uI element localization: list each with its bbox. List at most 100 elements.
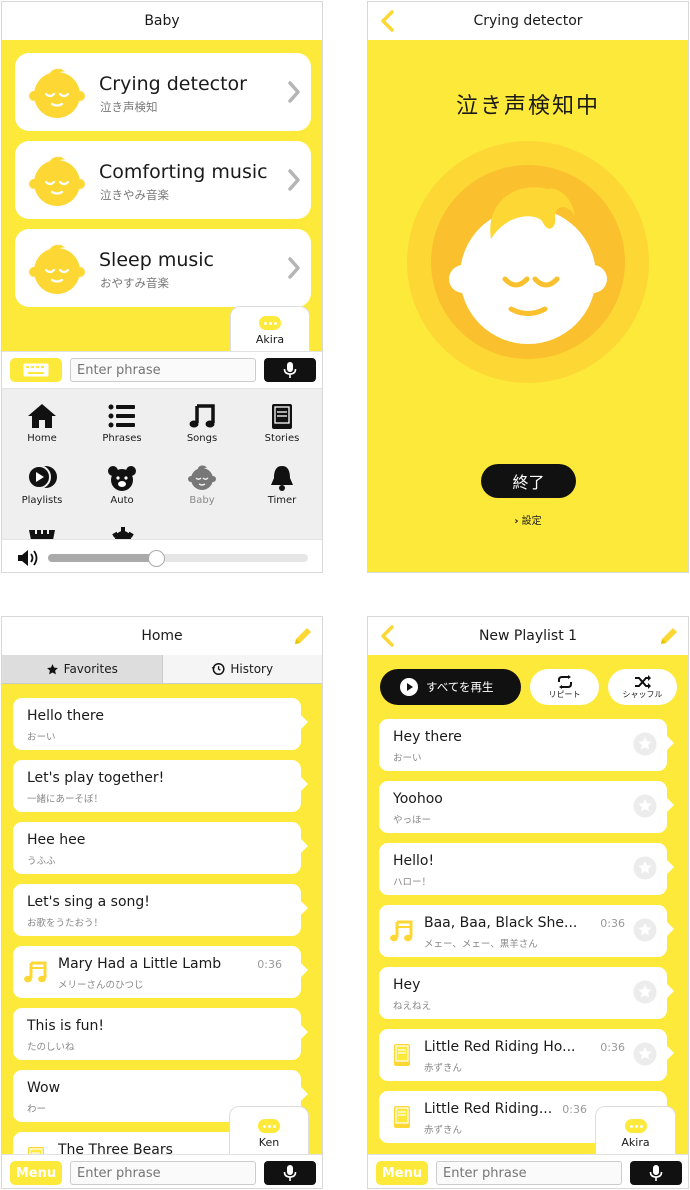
menu-item-playlists[interactable]: Playlists xyxy=(2,465,82,506)
title-bar: Home xyxy=(2,617,322,656)
playlist-item[interactable]: Yoohoo やっほー xyxy=(379,781,674,833)
history-icon xyxy=(211,663,225,675)
user-tab[interactable]: Akira xyxy=(595,1106,676,1154)
baby-content: Crying detector 泣き声検知 Comforting music 泣… xyxy=(2,40,322,351)
favorite-star-icon[interactable] xyxy=(633,856,657,880)
card-subtitle: 泣きやみ音楽 xyxy=(100,188,169,202)
card-title: Sleep music xyxy=(99,249,214,271)
book-icon xyxy=(389,1104,415,1130)
chevron-right-icon xyxy=(287,256,301,280)
list-item[interactable]: Mary Had a Little Lamb 0:36 メリーさんのひつじ xyxy=(13,946,308,998)
playlist-item[interactable]: Hello! ハロー！ xyxy=(379,843,674,895)
mic-button[interactable] xyxy=(264,1161,316,1185)
music-note-icon xyxy=(389,918,415,944)
pencil-icon[interactable] xyxy=(292,625,314,647)
favorite-star-icon[interactable] xyxy=(633,1042,657,1066)
favorite-star-icon[interactable] xyxy=(633,794,657,818)
favorites-list: Hello there おーい Let's play together! 一緒にあー… xyxy=(2,684,322,1154)
music-note-icon xyxy=(189,404,215,428)
baby-screen: Baby Crying detector 泣き声検知 Comforting mu… xyxy=(1,1,323,573)
mic-button[interactable] xyxy=(630,1161,682,1185)
menu-item-songs[interactable]: Songs xyxy=(162,403,242,444)
menu-item-phrases[interactable]: Phrases xyxy=(82,403,162,444)
shuffle-button[interactable]: シャッフル xyxy=(608,669,677,705)
input-bar: Menu xyxy=(2,1154,322,1188)
microphone-icon xyxy=(283,361,297,379)
favorite-star-icon[interactable] xyxy=(633,918,657,942)
baby-face-icon xyxy=(27,66,87,120)
playlist-item[interactable]: Baa, Baa, Black She... 0:36 メェー、メェー、黒羊さん xyxy=(379,905,674,957)
shuffle-icon xyxy=(634,674,651,689)
tab-favorites[interactable]: Favorites xyxy=(2,655,162,683)
play-all-button[interactable]: すべてを再生 xyxy=(380,669,521,705)
menu-button[interactable]: Menu xyxy=(10,1161,62,1185)
playlist-item[interactable]: Hey there おーい xyxy=(379,719,674,771)
pencil-icon[interactable] xyxy=(658,625,680,647)
tab-bar: Favorites History xyxy=(2,655,322,684)
playlist-item[interactable]: Little Red Riding Ho... 0:36 赤ずきん xyxy=(379,1029,674,1081)
phrase-input[interactable] xyxy=(70,358,256,382)
page-title: Baby xyxy=(144,13,180,29)
user-name: Akira xyxy=(621,1136,650,1149)
title-bar: Baby xyxy=(2,2,322,41)
chevron-right-icon xyxy=(287,168,301,192)
detecting-status: 泣き声検知中 xyxy=(455,94,600,119)
keyboard-button[interactable] xyxy=(10,358,62,382)
list-item[interactable]: Hee hee うふふ xyxy=(13,822,308,874)
phrase-input[interactable] xyxy=(436,1161,622,1185)
favorite-star-icon[interactable] xyxy=(633,732,657,756)
home-screen: Home Favorites History Hello there おーい Le… xyxy=(1,616,323,1189)
page-title: Crying detector xyxy=(473,13,583,29)
menu-item-auto[interactable]: Auto xyxy=(82,465,162,506)
partial-menu-icon xyxy=(27,525,57,539)
list-item[interactable]: Let's play together! 一緒にあーそぼ！ xyxy=(13,760,308,812)
menu-item-baby[interactable]: Baby xyxy=(162,465,242,506)
back-arrow-icon[interactable] xyxy=(378,9,398,33)
list-item[interactable]: Hello there おーい xyxy=(13,698,308,750)
user-name: Akira xyxy=(255,333,285,346)
volume-bar xyxy=(2,539,322,572)
playlist-icon xyxy=(27,465,57,489)
keyboard-icon xyxy=(23,363,49,377)
playlist-item[interactable]: Hey ねえねえ xyxy=(379,967,674,1019)
card-subtitle: おやすみ音楽 xyxy=(100,276,169,290)
favorite-star-icon[interactable] xyxy=(633,980,657,1004)
tab-history[interactable]: History xyxy=(161,655,322,683)
microphone-icon xyxy=(283,1164,297,1182)
card-subtitle: 泣き声検知 xyxy=(100,100,158,114)
phrase-input[interactable] xyxy=(70,1161,256,1185)
bear-icon xyxy=(108,466,136,491)
settings-link[interactable]: › 設定 xyxy=(368,512,688,527)
volume-knob[interactable] xyxy=(147,550,165,567)
menu-item-home[interactable]: Home xyxy=(2,403,82,444)
menu-item-timer[interactable]: Timer xyxy=(242,465,322,506)
title-bar: New Playlist 1 xyxy=(368,617,688,656)
sleep-music-card[interactable]: Sleep music おやすみ音楽 xyxy=(15,229,311,307)
baby-face-large-icon xyxy=(407,141,649,383)
playlist-screen: New Playlist 1 すべてを再生 リピート シャッフル Hey the… xyxy=(367,616,689,1189)
user-tab[interactable]: Akira xyxy=(230,306,310,351)
chat-bubble-icon xyxy=(259,316,281,330)
volume-fill xyxy=(48,554,155,562)
repeat-button[interactable]: リピート xyxy=(530,669,599,705)
card-title: Comforting music xyxy=(99,161,268,183)
menu-item-stories[interactable]: Stories xyxy=(242,403,322,444)
list-item[interactable]: This is fun! たのしいね xyxy=(13,1008,308,1060)
bell-icon xyxy=(271,466,293,491)
playlist-content: すべてを再生 リピート シャッフル Hey there おーい Yoohoo やっほ… xyxy=(368,655,688,1154)
chat-bubble-icon xyxy=(258,1119,280,1133)
list-item[interactable]: Let's sing a song! お歌をうたおう！ xyxy=(13,884,308,936)
end-button[interactable]: 終了 xyxy=(481,464,576,498)
comforting-music-card[interactable]: Comforting music 泣きやみ音楽 xyxy=(15,141,311,219)
music-note-icon xyxy=(23,959,49,985)
crying-detector-card[interactable]: Crying detector 泣き声検知 xyxy=(15,53,311,131)
play-icon xyxy=(400,678,418,696)
title-bar: Crying detector xyxy=(368,2,688,41)
menu-button[interactable]: Menu xyxy=(376,1161,428,1185)
mic-button[interactable] xyxy=(264,358,316,382)
chevron-right-icon xyxy=(287,80,301,104)
back-arrow-icon[interactable] xyxy=(378,624,398,648)
volume-slider[interactable] xyxy=(48,550,308,567)
card-title: Crying detector xyxy=(99,73,247,95)
user-tab[interactable]: Ken xyxy=(229,1106,309,1154)
